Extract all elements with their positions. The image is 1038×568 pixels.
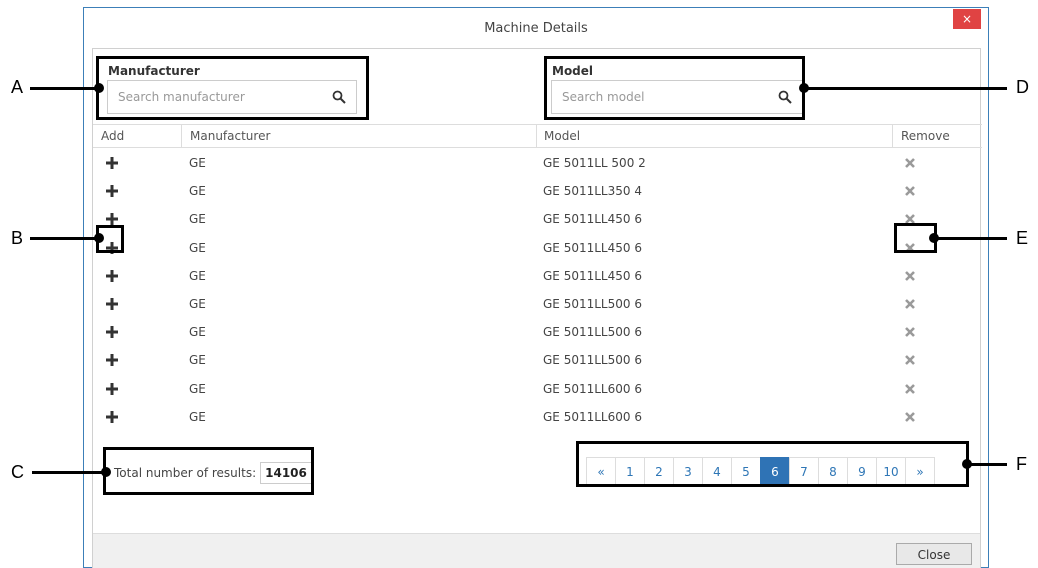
add-icon[interactable] xyxy=(105,325,119,339)
remove-icon[interactable] xyxy=(904,157,916,169)
add-icon[interactable] xyxy=(105,184,119,198)
table-row: GE GE 5011LL 500 2 xyxy=(93,149,982,177)
callout-letter-f: F xyxy=(1016,454,1027,474)
table-row: GE GE 5011LL500 6 xyxy=(93,346,982,374)
remove-icon[interactable] xyxy=(904,298,916,310)
callout-dot-f xyxy=(962,459,972,469)
row-manufacturer: GE xyxy=(189,240,206,255)
table-row: GE GE 5011LL500 6 xyxy=(93,290,982,318)
row-model: GE 5011LL450 6 xyxy=(543,240,642,255)
callout-letter-a: A xyxy=(11,77,24,97)
row-manufacturer: GE xyxy=(189,212,206,227)
row-manufacturer: GE xyxy=(189,409,206,424)
callout-line-b xyxy=(30,237,98,240)
add-icon[interactable] xyxy=(105,382,119,396)
table-row: GE GE 5011LL600 6 xyxy=(93,375,982,403)
row-model: GE 5011LL500 6 xyxy=(543,297,642,311)
callout-dot-c xyxy=(101,467,111,477)
row-model: GE 5011LL500 6 xyxy=(543,353,642,368)
callout-letter-e: E xyxy=(1016,228,1029,248)
table-row: GE GE 5011LL450 6 xyxy=(93,262,982,290)
callout-line-d xyxy=(804,87,1007,90)
callout-line-c xyxy=(32,471,104,474)
callout-dot-a xyxy=(94,83,104,93)
header-model[interactable]: Model xyxy=(540,125,580,147)
callout-dot-b xyxy=(94,233,104,243)
add-icon[interactable] xyxy=(105,297,119,311)
remove-icon[interactable] xyxy=(904,354,916,366)
row-model: GE 5011LL350 4 xyxy=(543,184,642,199)
callout-box-c xyxy=(103,447,314,495)
table-row: GE GE 5011LL450 6 xyxy=(93,234,982,262)
header-add: Add xyxy=(101,129,125,143)
header-remove: Remove xyxy=(901,129,950,143)
add-icon[interactable] xyxy=(105,410,119,424)
header-manufacturer[interactable]: Manufacturer xyxy=(186,125,270,147)
callout-box-d xyxy=(544,56,805,120)
row-model: GE 5011LL450 6 xyxy=(543,212,642,227)
table-row: GE GE 5011LL500 6 xyxy=(93,318,982,346)
callout-dot-e xyxy=(929,233,939,243)
row-manufacturer: GE xyxy=(189,268,206,283)
callout-box-f xyxy=(576,441,969,487)
table-header: Add Manufacturer Model Remove xyxy=(93,124,982,148)
dialog-footer: Close xyxy=(93,533,980,568)
row-model: GE 5011LL600 6 xyxy=(543,381,642,396)
remove-icon[interactable] xyxy=(904,383,916,395)
add-icon[interactable] xyxy=(105,156,119,170)
callout-line-e xyxy=(935,237,1007,240)
remove-icon[interactable] xyxy=(904,270,916,282)
row-manufacturer: GE xyxy=(189,297,206,311)
table-row: GE GE 5011LL600 6 xyxy=(93,403,982,431)
callout-dot-d xyxy=(799,83,809,93)
row-model: GE 5011LL450 6 xyxy=(543,268,642,283)
close-button[interactable]: Close xyxy=(896,543,972,565)
callout-letter-b: B xyxy=(11,228,24,248)
row-manufacturer: GE xyxy=(189,184,206,199)
callout-line-f xyxy=(968,463,1007,466)
window-title: Machine Details xyxy=(484,21,588,36)
remove-icon[interactable] xyxy=(904,326,916,338)
callout-letter-c: C xyxy=(11,462,24,482)
callout-line-a xyxy=(30,87,98,90)
row-model: GE 5011LL 500 2 xyxy=(543,156,646,170)
callout-letter-d: D xyxy=(1016,77,1029,97)
row-manufacturer: GE xyxy=(189,325,206,340)
row-manufacturer: GE xyxy=(189,156,206,170)
row-manufacturer: GE xyxy=(189,381,206,396)
row-model: GE 5011LL600 6 xyxy=(543,409,642,424)
window-close-button[interactable]: × xyxy=(953,9,981,29)
remove-icon[interactable] xyxy=(904,185,916,197)
table-row: GE GE 5011LL450 6 xyxy=(93,205,982,233)
add-icon[interactable] xyxy=(105,269,119,283)
table-row: GE GE 5011LL350 4 xyxy=(93,177,982,205)
row-model: GE 5011LL500 6 xyxy=(543,325,642,340)
callout-box-a xyxy=(96,56,369,120)
remove-icon[interactable] xyxy=(904,411,916,423)
row-manufacturer: GE xyxy=(189,353,206,368)
add-icon[interactable] xyxy=(105,353,119,367)
